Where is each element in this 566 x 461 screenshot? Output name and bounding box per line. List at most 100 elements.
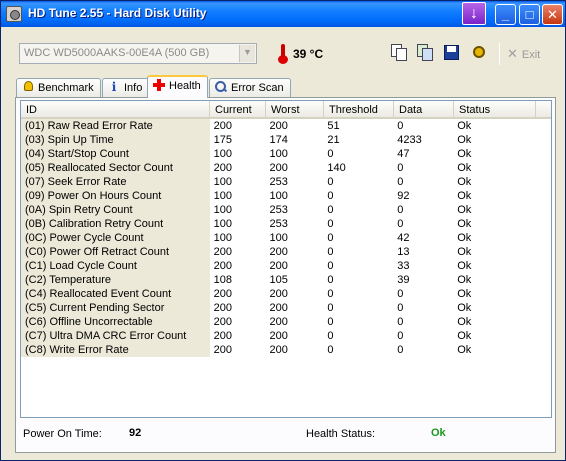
threshold-value: 0 (327, 176, 334, 188)
smart-attributes-list[interactable]: ID Current Worst Threshold Data Status (… (20, 100, 552, 418)
threshold-value: 0 (327, 260, 334, 272)
worst-value: 200 (269, 302, 288, 314)
worst-value: 200 (269, 120, 288, 132)
copy-text-icon[interactable] (390, 44, 408, 62)
current-value: 200 (213, 288, 232, 300)
health-status-value: Ok (431, 427, 446, 439)
table-row[interactable]: (03) Spin Up Time 175 174 21 4233 Ok (21, 133, 551, 147)
table-row[interactable]: (01) Raw Read Error Rate 200 200 51 0 Ok (21, 119, 551, 133)
power-on-time-label: Power On Time: (23, 428, 102, 440)
column-header-threshold[interactable]: Threshold (324, 101, 394, 119)
table-row[interactable]: (C7) Ultra DMA CRC Error Count 200 200 0 0 Ok (21, 329, 551, 343)
table-row[interactable]: (09) Power On Hours Count 100 100 0 92 Ok (21, 189, 551, 203)
maximize-button[interactable]: □ (519, 4, 540, 25)
threshold-value: 0 (327, 316, 334, 328)
attribute-name: (C1) Load Cycle Count (21, 259, 210, 273)
threshold-value: 0 (327, 274, 334, 286)
raw-data-value: 39 (397, 274, 410, 286)
tab-info-label: Info (124, 82, 143, 94)
threshold-value: 0 (327, 232, 334, 244)
current-value: 200 (213, 302, 232, 314)
current-value: 175 (213, 134, 232, 146)
save-icon[interactable] (443, 44, 461, 62)
worst-value: 253 (269, 176, 288, 188)
download-icon[interactable]: ↓ (462, 2, 486, 25)
status-value: Ok (457, 162, 472, 174)
copy-screenshot-icon[interactable] (416, 44, 434, 62)
table-row[interactable]: (C6) Offline Uncorrectable 200 200 0 0 Ok (21, 315, 551, 329)
attribute-name: (01) Raw Read Error Rate (21, 119, 210, 133)
raw-data-value: 0 (397, 316, 404, 328)
attribute-name: (C4) Reallocated Event Count (21, 287, 210, 301)
current-value: 200 (213, 120, 232, 132)
status-value: Ok (457, 274, 472, 286)
table-row[interactable]: (C4) Reallocated Event Count 200 200 0 0 Ok (21, 287, 551, 301)
worst-value: 200 (269, 260, 288, 272)
attribute-name: (0B) Calibration Retry Count (21, 217, 210, 231)
options-icon[interactable] (471, 44, 489, 62)
column-header-data[interactable]: Data (394, 101, 454, 119)
raw-data-value: 4233 (397, 134, 422, 146)
exit-button[interactable]: ✕ Exit (507, 46, 540, 62)
status-value: Ok (457, 204, 472, 216)
worst-value: 200 (269, 344, 288, 356)
table-row[interactable]: (C8) Write Error Rate 200 200 0 0 Ok (21, 343, 551, 357)
tab-info[interactable]: Info (102, 78, 150, 97)
column-header-status[interactable]: Status (454, 101, 536, 119)
raw-data-value: 0 (397, 218, 404, 230)
chevron-down-icon[interactable]: ▼ (239, 45, 255, 62)
table-row[interactable]: (C0) Power Off Retract Count 200 200 0 13 Ok (21, 245, 551, 259)
status-value: Ok (457, 148, 472, 160)
status-value: Ok (457, 246, 472, 258)
table-row[interactable]: (04) Start/Stop Count 100 100 0 47 Ok (21, 147, 551, 161)
exit-icon: ✕ (507, 46, 518, 61)
hd-tune-app-icon[interactable] (6, 6, 22, 22)
raw-data-value: 0 (397, 302, 404, 314)
minimize-button[interactable]: _ (495, 4, 516, 25)
table-row[interactable]: (C2) Temperature 108 105 0 39 Ok (21, 273, 551, 287)
raw-data-value: 42 (397, 232, 410, 244)
tab-benchmark-label: Benchmark (38, 82, 94, 94)
table-row[interactable]: (C5) Current Pending Sector 200 200 0 0 Ok (21, 301, 551, 315)
title-bar[interactable]: HD Tune 2.55 - Hard Disk Utility ↓ _ □ ✕ (1, 1, 565, 27)
app-window: HD Tune 2.55 - Hard Disk Utility ↓ _ □ ✕… (0, 0, 566, 461)
attribute-name: (C7) Ultra DMA CRC Error Count (21, 329, 210, 343)
attribute-name: (C6) Offline Uncorrectable (21, 315, 210, 329)
current-value: 100 (213, 204, 232, 216)
table-row[interactable]: (0A) Spin Retry Count 100 253 0 0 Ok (21, 203, 551, 217)
table-row[interactable]: (05) Reallocated Sector Count 200 200 140 0 O… (21, 161, 551, 175)
close-button[interactable]: ✕ (542, 4, 563, 25)
attribute-name: (C8) Write Error Rate (21, 343, 210, 357)
drive-select[interactable]: WDC WD5000AAKS-00E4A (500 GB) ▼ (19, 43, 257, 64)
status-value: Ok (457, 330, 472, 342)
column-header-id[interactable]: ID (21, 101, 210, 119)
current-value: 200 (213, 344, 232, 356)
status-value: Ok (457, 190, 472, 202)
current-value: 100 (213, 148, 232, 160)
table-row[interactable]: (0B) Calibration Retry Count 100 253 0 0 Ok (21, 217, 551, 231)
current-value: 100 (213, 190, 232, 202)
tab-benchmark[interactable]: Benchmark (16, 78, 101, 97)
status-value: Ok (457, 302, 472, 314)
threshold-value: 0 (327, 204, 334, 216)
toolbar-separator (499, 43, 500, 65)
current-value: 100 (213, 232, 232, 244)
attribute-name: (09) Power On Hours Count (21, 189, 210, 203)
table-row[interactable]: (C1) Load Cycle Count 200 200 0 33 Ok (21, 259, 551, 273)
column-header-worst[interactable]: Worst (266, 101, 324, 119)
raw-data-value: 0 (397, 344, 404, 356)
current-value: 200 (213, 246, 232, 258)
attribute-name: (04) Start/Stop Count (21, 147, 210, 161)
tab-error-scan[interactable]: Error Scan (209, 78, 291, 97)
tab-health-label: Health (169, 80, 201, 92)
column-header-filler (536, 101, 551, 119)
table-row[interactable]: (0C) Power Cycle Count 100 100 0 42 Ok (21, 231, 551, 245)
worst-value: 200 (269, 330, 288, 342)
threshold-value: 0 (327, 344, 334, 356)
drive-select-value: WDC WD5000AAKS-00E4A (500 GB) (24, 47, 210, 59)
status-value: Ok (457, 288, 472, 300)
raw-data-value: 0 (397, 176, 404, 188)
column-header-current[interactable]: Current (210, 101, 266, 119)
table-row[interactable]: (07) Seek Error Rate 100 253 0 0 Ok (21, 175, 551, 189)
tab-health[interactable]: Health (147, 75, 208, 98)
